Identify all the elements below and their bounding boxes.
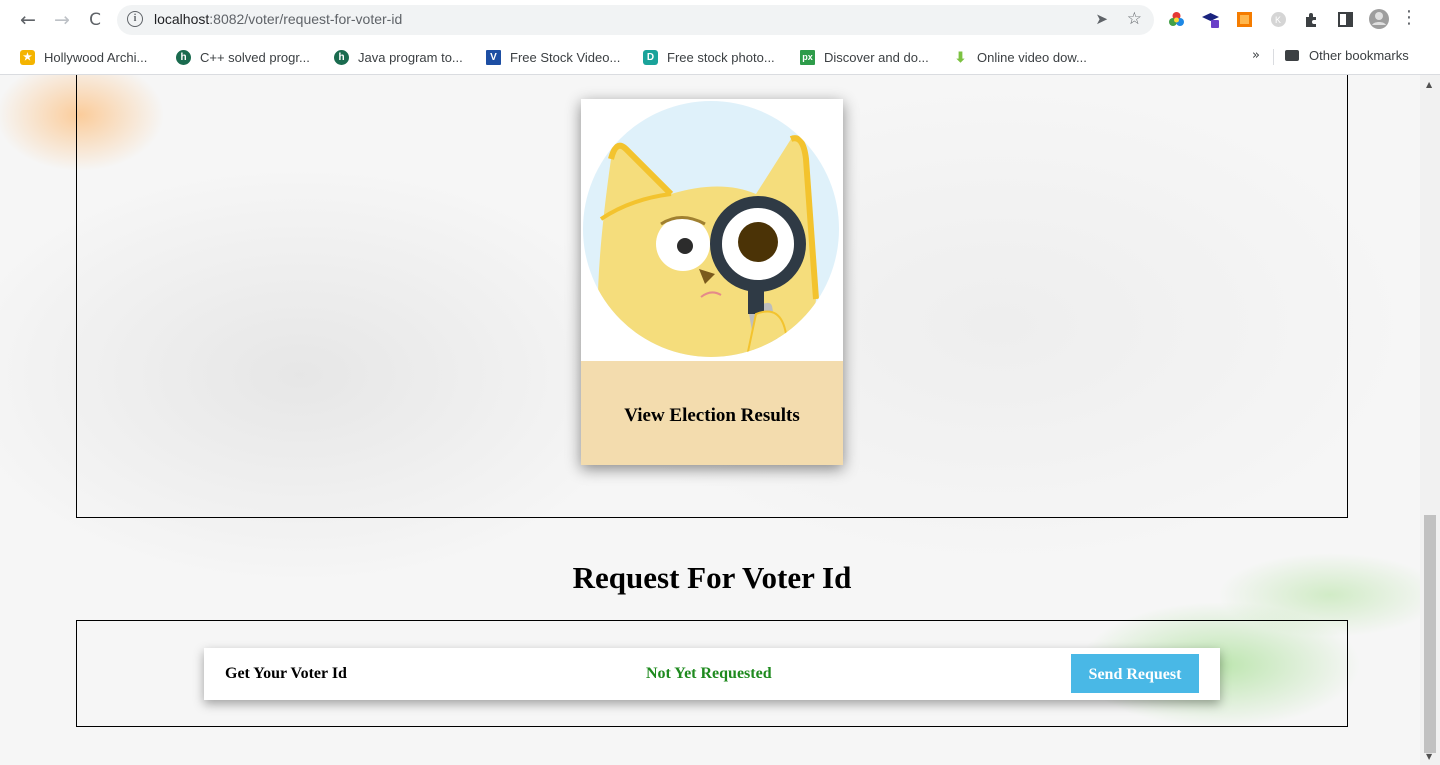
- bookmark-star-icon[interactable]: ☆: [1127, 9, 1142, 29]
- bookmark-item[interactable]: D Free stock photo...: [643, 48, 775, 66]
- bookmark-item[interactable]: h C++ solved progr...: [176, 48, 310, 66]
- color-wheel-extension-icon[interactable]: [1168, 11, 1185, 28]
- page-title: Request For Voter Id: [572, 560, 852, 595]
- bookmark-label: Java program to...: [358, 49, 463, 65]
- profile-avatar-icon[interactable]: [1368, 8, 1390, 30]
- folder-icon: [1285, 50, 1299, 61]
- bookmark-item[interactable]: V Free Stock Video...: [486, 48, 620, 66]
- browser-menu-icon[interactable]: ⋮: [1400, 7, 1418, 28]
- bookmark-label: Hollywood Archi...: [44, 49, 148, 65]
- bookmark-label: Free Stock Video...: [510, 49, 621, 65]
- side-panel-icon[interactable]: [1337, 11, 1354, 28]
- bookmark-item[interactable]: ★ Hollywood Archi...: [20, 48, 147, 66]
- more-bookmarks-button[interactable]: »: [1252, 48, 1260, 63]
- vertical-scrollbar[interactable]: ▲ ▼: [1420, 75, 1440, 765]
- v-icon: V: [486, 49, 501, 65]
- other-bookmarks-label: Other bookmarks: [1309, 48, 1409, 63]
- cat-magnifier-illustration: [583, 101, 839, 357]
- java-site-icon: h: [334, 49, 349, 65]
- bookmark-item[interactable]: px Discover and do...: [800, 48, 929, 66]
- send-request-button[interactable]: Send Request: [1071, 654, 1199, 693]
- puzzle-extensions-icon[interactable]: [1303, 11, 1320, 28]
- url-host: localhost: [154, 11, 210, 27]
- bookmark-item[interactable]: ⬇ Online video dow...: [953, 48, 1087, 66]
- browser-toolbar: ← → C i localhost:8082/voter/request-for…: [0, 0, 1440, 40]
- page-content: View Election Results Request For Voter …: [0, 75, 1420, 765]
- download-arrow-icon: ⬇: [954, 48, 967, 65]
- address-bar[interactable]: i localhost:8082/voter/request-for-voter…: [117, 5, 1154, 35]
- graduation-extension-icon[interactable]: [1202, 11, 1219, 28]
- url-path: :8082/voter/request-for-voter-id: [209, 11, 403, 27]
- forward-arrow-icon[interactable]: →: [50, 8, 74, 32]
- request-label: Get Your Voter Id: [225, 665, 347, 682]
- url-text[interactable]: localhost:8082/voter/request-for-voter-i…: [154, 11, 402, 27]
- orange-square-extension-icon[interactable]: [1236, 11, 1253, 28]
- scrollbar-thumb[interactable]: [1424, 515, 1436, 753]
- bookmarks-bar: ★ Hollywood Archi... h C++ solved progr.…: [0, 40, 1440, 75]
- back-arrow-icon[interactable]: ←: [16, 8, 40, 32]
- send-tab-icon[interactable]: ➤: [1095, 10, 1108, 28]
- svg-text:K: K: [1275, 15, 1281, 25]
- view-results-card[interactable]: View Election Results: [581, 99, 843, 465]
- px-icon: px: [800, 49, 815, 65]
- scroll-down-icon[interactable]: ▼: [1426, 752, 1432, 761]
- scroll-up-icon[interactable]: ▲: [1426, 80, 1432, 89]
- voter-id-request-row: Get Your Voter Id Not Yet Requested Send…: [204, 648, 1220, 700]
- card-caption: View Election Results: [581, 361, 843, 465]
- p-icon: D: [643, 49, 658, 65]
- status-badge: Not Yet Requested: [646, 665, 772, 682]
- site-info-icon[interactable]: i: [127, 11, 143, 27]
- cpp-site-icon: h: [176, 49, 191, 65]
- other-bookmarks-folder[interactable]: Other bookmarks: [1285, 48, 1409, 63]
- bookmark-label: Free stock photo...: [667, 49, 775, 65]
- bookmarks-divider: [1273, 49, 1274, 65]
- k-extension-icon[interactable]: K: [1270, 11, 1287, 28]
- card-caption-text: View Election Results: [624, 405, 800, 426]
- reload-icon[interactable]: C: [83, 8, 107, 32]
- bookmark-label: C++ solved progr...: [200, 49, 310, 65]
- bookmark-label: Online video dow...: [977, 49, 1087, 65]
- hollywood-icon: ★: [20, 49, 35, 65]
- bookmark-item[interactable]: h Java program to...: [334, 48, 463, 66]
- bookmark-label: Discover and do...: [824, 49, 929, 65]
